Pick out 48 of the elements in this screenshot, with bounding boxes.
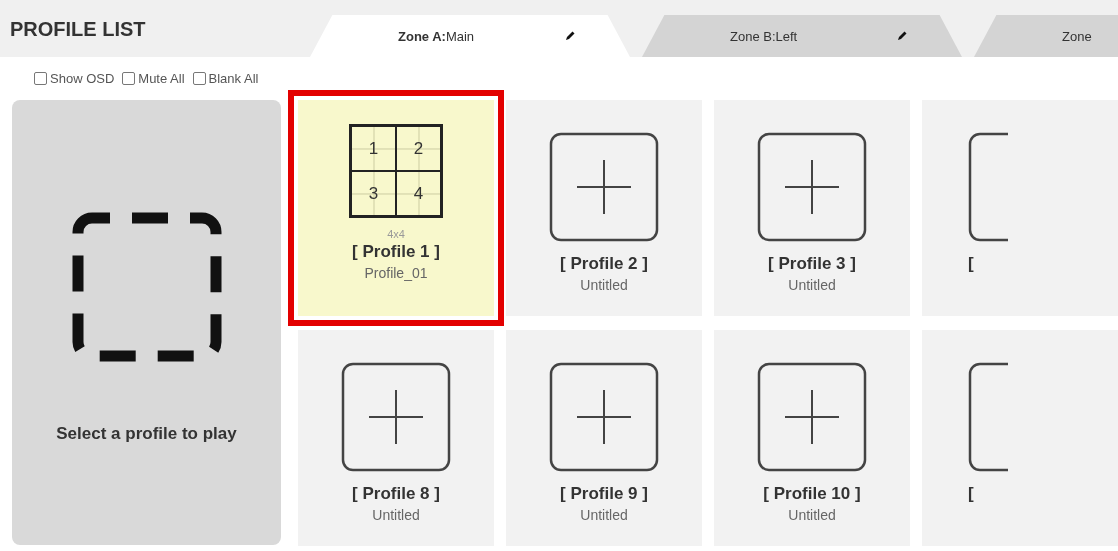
profile-name: [ Profile 8 ]	[352, 484, 440, 504]
checkbox[interactable]	[122, 72, 136, 85]
profile-card[interactable]: [ Profile 8 ] Untitled	[298, 330, 494, 546]
zone-tab[interactable]: Zone	[974, 15, 1118, 57]
profile-card[interactable]: 1 2 3 4 4x4 [ Profile 1 ] Profile_01	[298, 100, 494, 316]
profile-subtitle: Untitled	[580, 507, 628, 523]
add-icon[interactable]	[549, 132, 659, 242]
checkbox-label: Mute All	[138, 71, 185, 86]
profile-name: [ Profile 10 ]	[763, 484, 861, 504]
profile-card[interactable]: [	[922, 330, 1118, 546]
zone-tab[interactable]: Zone A:Main	[310, 15, 630, 57]
add-icon[interactable]	[757, 132, 867, 242]
add-icon[interactable]	[968, 362, 1008, 472]
pencil-icon[interactable]	[896, 30, 908, 42]
checkbox[interactable]	[192, 72, 206, 85]
add-icon[interactable]	[341, 362, 451, 472]
profile-card[interactable]: [ Profile 2 ] Untitled	[506, 100, 702, 316]
cell-number: 1	[351, 126, 396, 171]
pencil-icon[interactable]	[564, 30, 576, 42]
add-icon[interactable]	[757, 362, 867, 472]
profile-subtitle: Untitled	[580, 277, 628, 293]
cell-number: 3	[351, 171, 396, 216]
cell-number: 2	[396, 126, 441, 171]
add-icon[interactable]	[968, 132, 1008, 242]
profile-name: [	[968, 484, 974, 504]
profile-card[interactable]: [ Profile 3 ] Untitled	[714, 100, 910, 316]
profile-name: [ Profile 1 ]	[352, 242, 440, 262]
profile-subtitle: Untitled	[788, 507, 836, 523]
dashed-square-icon	[71, 212, 222, 362]
profile-card[interactable]: [ Profile 9 ] Untitled	[506, 330, 702, 546]
layout-size: 4x4	[387, 228, 405, 240]
profile-subtitle: Profile_01	[364, 265, 428, 281]
profile-subtitle: Untitled	[788, 277, 836, 293]
profile-name: [ Profile 9 ]	[560, 484, 648, 504]
add-icon[interactable]	[549, 362, 659, 472]
profile-card[interactable]: [ Profile 10 ] Untitled	[714, 330, 910, 546]
profile-subtitle: Untitled	[372, 507, 420, 523]
profile-name: [ Profile 3 ]	[768, 254, 856, 274]
checkbox-label: Blank All	[208, 71, 259, 86]
profile-card[interactable]: [	[922, 100, 1118, 316]
zone-tab[interactable]: Zone B:Left	[642, 15, 962, 57]
checkbox-label: Show OSD	[50, 71, 115, 86]
checkbox[interactable]	[34, 72, 47, 85]
page-title: PROFILE LIST	[9, 18, 147, 42]
profile-name: [ Profile 2 ]	[560, 254, 648, 274]
cell-number: 4	[396, 171, 441, 216]
profile-name: [	[968, 254, 974, 274]
player-message: Select a profile to play	[56, 424, 237, 444]
